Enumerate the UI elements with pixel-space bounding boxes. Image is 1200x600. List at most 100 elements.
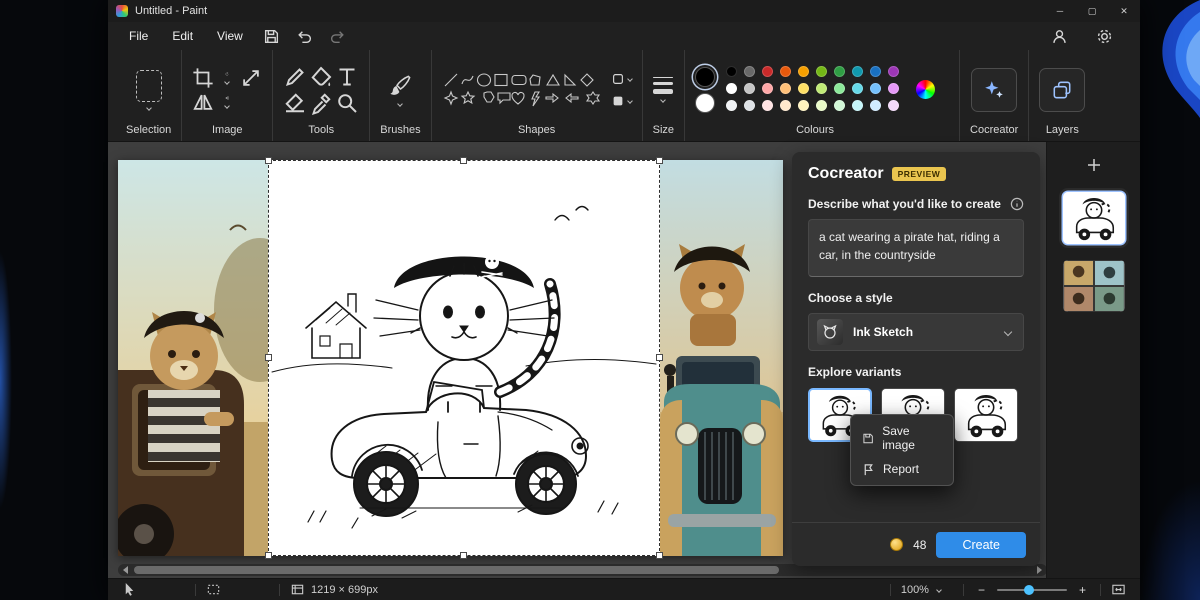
color-swatch[interactable] [888,66,899,77]
shape-fill-button[interactable] [611,94,632,108]
scroll-left-icon[interactable] [123,566,128,574]
scroll-right-icon[interactable] [1037,566,1042,574]
color-picker-icon[interactable] [309,91,333,115]
color-swatch[interactable] [888,83,899,94]
color-swatch[interactable] [762,83,773,94]
color-swatch[interactable] [780,66,791,77]
shapes-grid[interactable] [442,72,604,108]
color-swatch[interactable] [798,100,809,111]
selection-handle[interactable] [460,552,467,559]
color-swatch[interactable] [834,100,845,111]
fit-to-screen-icon[interactable] [1111,582,1126,597]
color-swatch[interactable] [744,83,755,94]
colour-wheel-icon[interactable] [916,80,935,99]
shape-outline-button[interactable] [611,72,632,86]
group-label: Colours [796,121,834,138]
color-swatch[interactable] [798,83,809,94]
size-button[interactable] [653,77,673,103]
rotate-button[interactable] [225,72,229,84]
color-swatch[interactable] [726,83,737,94]
style-dropdown[interactable]: Ink Sketch [808,313,1024,351]
account-avatar-icon[interactable] [1051,28,1068,45]
color-swatch[interactable] [780,83,791,94]
selection-handle[interactable] [265,157,272,164]
magnifier-icon[interactable] [335,91,359,115]
selection-handle[interactable] [656,354,663,361]
color-swatch[interactable] [870,66,881,77]
flip-horizontal-icon[interactable] [192,91,214,113]
color-swatch[interactable] [744,66,755,77]
settings-gear-icon[interactable] [1096,28,1113,45]
selection-handle[interactable] [656,157,663,164]
report-menu-item[interactable]: Report [855,457,949,481]
zoom-level[interactable]: 100% [901,584,929,596]
selection-handle[interactable] [460,157,467,164]
group-label: Layers [1046,121,1079,138]
color-swatch[interactable] [834,83,845,94]
layer-thumbnail-1[interactable] [1063,192,1125,244]
zoom-out-button[interactable]: − [974,583,989,597]
brushes-button[interactable] [388,74,412,106]
chevron-down-icon[interactable] [146,105,152,111]
background-colour-swatch[interactable] [695,93,715,113]
cocreator-button[interactable] [971,68,1017,112]
variants-label: Explore variants [808,365,901,379]
color-swatch[interactable] [816,83,827,94]
color-swatch[interactable] [744,100,755,111]
color-swatch[interactable] [870,100,881,111]
color-swatch[interactable] [852,66,863,77]
zoom-slider[interactable] [997,589,1067,591]
cocreator-panel: Cocreator PREVIEW Describe what you'd li… [792,152,1040,566]
undo-icon[interactable] [296,28,313,45]
close-button[interactable]: ✕ [1108,0,1140,22]
save-icon[interactable] [263,28,280,45]
color-swatch[interactable] [762,100,773,111]
add-layer-button[interactable] [1081,152,1107,178]
color-swatch[interactable] [726,100,737,111]
create-button[interactable]: Create [936,532,1026,558]
color-swatch[interactable] [780,100,791,111]
resize-icon[interactable] [240,67,262,89]
color-swatch[interactable] [888,100,899,111]
text-tool-icon[interactable] [335,65,359,89]
prompt-input[interactable]: a cat wearing a pirate hat, riding a car… [808,219,1024,277]
menu-file[interactable]: File [118,26,159,46]
color-swatch[interactable] [798,66,809,77]
flip-button[interactable] [225,96,229,108]
color-swatch[interactable] [852,83,863,94]
foreground-colour-swatch[interactable] [695,67,715,87]
menu-edit[interactable]: Edit [161,26,204,46]
crop-icon[interactable] [192,67,214,89]
color-swatch[interactable] [852,100,863,111]
menu-view[interactable]: View [206,26,254,46]
save-image-menu-item[interactable]: Save image [855,419,949,457]
selection-handle[interactable] [265,552,272,559]
redo-icon[interactable] [329,28,346,45]
selection-handle[interactable] [265,354,272,361]
selection-region[interactable] [268,160,660,556]
layer-thumbnail-2[interactable] [1063,260,1125,312]
layers-button[interactable] [1039,68,1085,112]
zoom-in-button[interactable]: + [1075,583,1090,597]
scrollbar-thumb[interactable] [134,566,779,574]
selection-tool-button[interactable] [136,70,162,110]
color-swatch[interactable] [816,100,827,111]
chevron-down-icon[interactable] [936,587,942,593]
titlebar[interactable]: Untitled - Paint ─ ▢ ✕ [108,0,1140,22]
color-swatch[interactable] [816,66,827,77]
zoom-slider-thumb[interactable] [1024,585,1034,595]
color-swatch[interactable] [762,66,773,77]
eraser-icon[interactable] [283,91,307,115]
selection-handle[interactable] [656,552,663,559]
minimize-button[interactable]: ─ [1044,0,1076,22]
color-swatch[interactable] [834,66,845,77]
pencil-icon[interactable] [283,65,307,89]
color-swatch[interactable] [870,83,881,94]
variant-thumbnail-3[interactable] [954,388,1018,442]
color-swatch[interactable] [726,66,737,77]
fill-bucket-icon[interactable] [309,65,333,89]
canvas-size-text: 1219 × 699px [311,584,378,596]
cursor-position-icon [122,582,137,597]
maximize-button[interactable]: ▢ [1076,0,1108,22]
info-icon[interactable] [1010,197,1024,211]
